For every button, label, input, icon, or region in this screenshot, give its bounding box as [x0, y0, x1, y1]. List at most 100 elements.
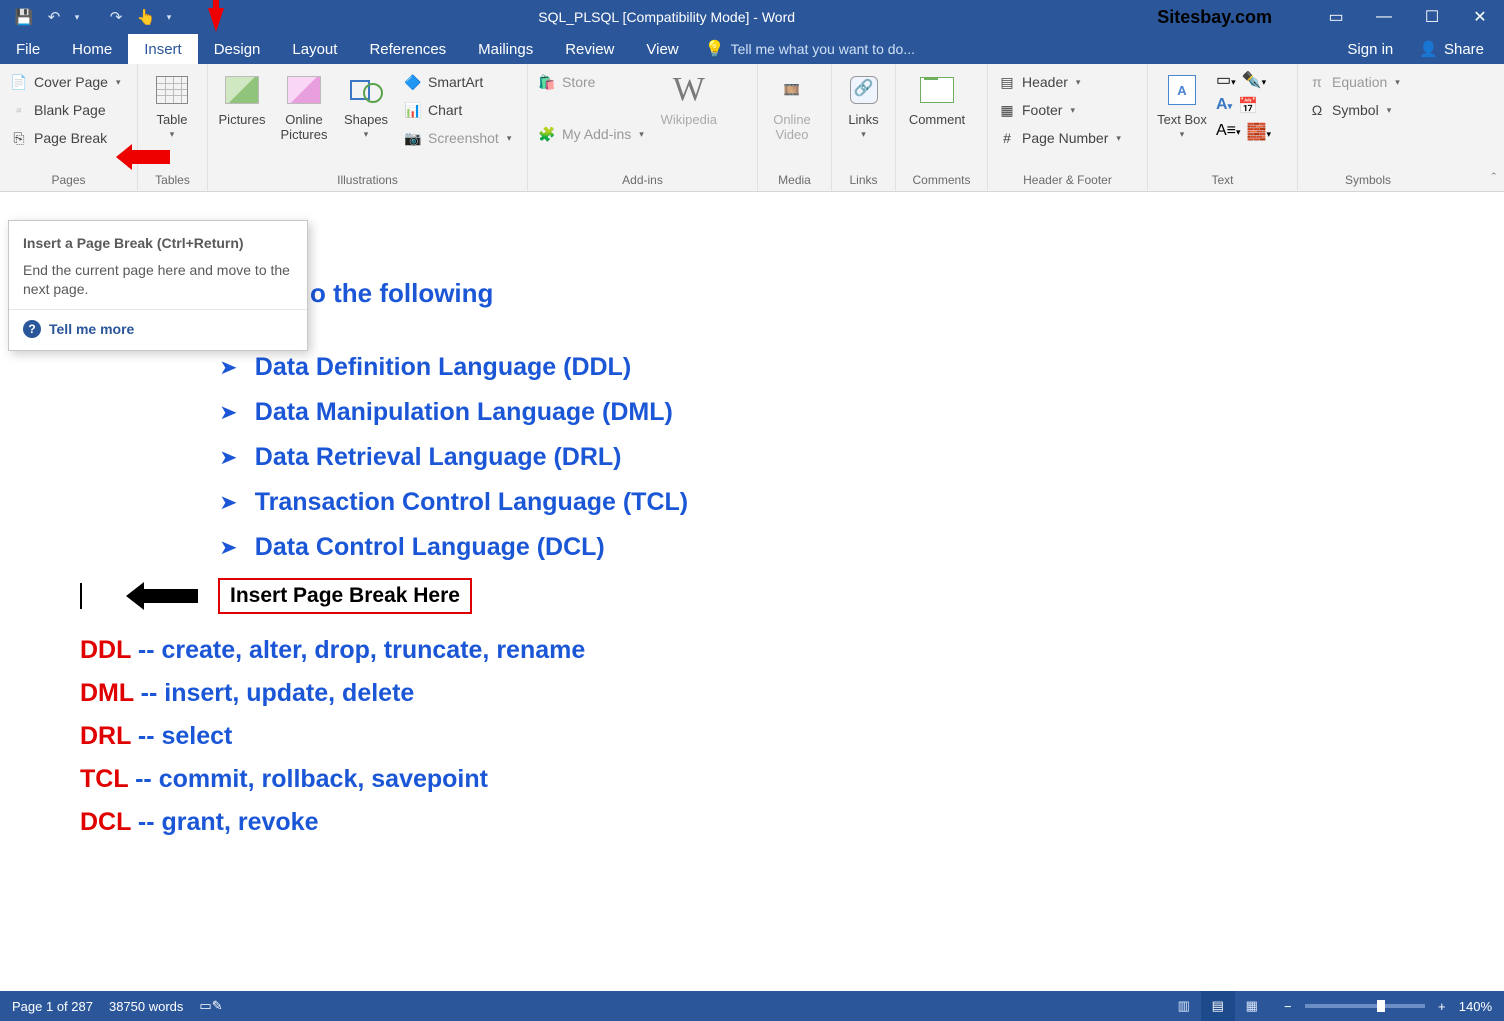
group-label-header-footer: Header & Footer: [994, 169, 1141, 191]
tab-mailings[interactable]: Mailings: [462, 34, 549, 64]
zoom-thumb[interactable]: [1377, 1000, 1385, 1012]
close-icon[interactable]: ✕: [1456, 0, 1504, 34]
addins-icon: 🧩: [538, 125, 556, 143]
table-button[interactable]: Table ▾: [144, 68, 200, 140]
pictures-button[interactable]: Pictures: [214, 68, 270, 127]
status-words[interactable]: 38750 words: [109, 999, 183, 1014]
chevron-down-icon: ▾: [116, 77, 121, 88]
share-label: Share: [1444, 41, 1484, 58]
list-item: ➤ Data Manipulation Language (DML): [220, 398, 1464, 427]
drop-cap-icon[interactable]: A≡▾: [1216, 122, 1241, 142]
wikipedia-button[interactable]: W Wikipedia: [654, 68, 724, 127]
chevron-down-icon: ▾: [507, 133, 512, 144]
annotation-arrow-page-break: [130, 150, 170, 164]
quick-parts-icon[interactable]: ▭▾: [1216, 70, 1236, 90]
undo-icon[interactable]: ↶: [40, 3, 68, 31]
symbol-label: Symbol: [1332, 102, 1379, 118]
collapse-ribbon-icon[interactable]: ˆ: [1492, 170, 1496, 185]
group-label-symbols: Symbols: [1304, 169, 1432, 191]
share-button[interactable]: 👤 Share: [1409, 36, 1494, 62]
bullet-list: ➤ Data Definition Language (DDL) ➤ Data …: [40, 353, 1464, 562]
zoom-in-button[interactable]: +: [1435, 999, 1449, 1014]
brand-watermark: Sitesbay.com: [1157, 7, 1272, 28]
web-layout-icon[interactable]: ▦: [1235, 991, 1269, 1021]
zoom-control: − + 140%: [1269, 999, 1504, 1014]
text-box-icon: A: [1168, 75, 1196, 105]
zoom-level[interactable]: 140%: [1459, 999, 1492, 1014]
symbol-button[interactable]: Ω Symbol ▾: [1304, 98, 1404, 122]
store-label: Store: [562, 74, 595, 90]
text-box-button[interactable]: A Text Box ▾: [1154, 68, 1210, 140]
screenshot-button[interactable]: 📷 Screenshot ▾: [400, 126, 515, 150]
print-layout-icon[interactable]: ▤: [1201, 991, 1235, 1021]
tab-references[interactable]: References: [353, 34, 462, 64]
chevron-down-icon: ▾: [364, 129, 369, 140]
save-icon[interactable]: 💾: [10, 3, 38, 31]
zoom-slider[interactable]: [1305, 1004, 1425, 1008]
online-pictures-button[interactable]: Online Pictures: [276, 68, 332, 142]
object-icon[interactable]: 🧱▾: [1247, 122, 1271, 142]
equation-icon: π: [1308, 73, 1326, 91]
smartart-button[interactable]: 🔷 SmartArt: [400, 70, 515, 94]
tab-insert[interactable]: Insert: [128, 34, 198, 64]
qat-customize-icon[interactable]: ▾: [162, 3, 176, 31]
zoom-out-button[interactable]: −: [1281, 999, 1295, 1014]
tooltip-body: End the current page here and move to th…: [23, 261, 293, 299]
tab-file[interactable]: File: [0, 34, 56, 64]
chevron-down-icon: ▾: [170, 129, 175, 140]
date-time-icon[interactable]: 📅: [1238, 96, 1258, 116]
maximize-icon[interactable]: ☐: [1408, 0, 1456, 34]
list-item: ➤ Data Control Language (DCL): [220, 533, 1464, 562]
online-video-button[interactable]: 🎞️ Online Video: [764, 68, 820, 142]
signature-line-icon[interactable]: ✒️▾: [1242, 70, 1266, 90]
header-icon: ▤: [998, 73, 1016, 91]
tell-me-search[interactable]: 💡 Tell me what you want to do...: [695, 34, 1336, 64]
page-break-button[interactable]: ⎘ Page Break: [6, 126, 124, 150]
undo-dropdown-icon[interactable]: ▾: [70, 3, 84, 31]
wordart-icon[interactable]: A▾: [1216, 96, 1232, 116]
footer-button[interactable]: ▦ Footer ▾: [994, 98, 1125, 122]
touch-mode-icon[interactable]: 👆: [132, 3, 160, 31]
smartart-icon: 🔷: [404, 73, 422, 91]
header-button[interactable]: ▤ Header ▾: [994, 70, 1125, 94]
group-label-media: Media: [764, 169, 825, 191]
chevron-down-icon: ▾: [1387, 105, 1392, 116]
chevron-down-icon: ▾: [1180, 129, 1185, 140]
pictures-icon: [225, 76, 259, 104]
cover-page-button[interactable]: 📄 Cover Page ▾: [6, 70, 124, 94]
my-addins-button[interactable]: 🧩 My Add-ins ▾: [534, 122, 648, 146]
chevron-down-icon: ▾: [1076, 77, 1081, 88]
window-title: SQL_PLSQL [Compatibility Mode] - Word: [176, 9, 1157, 25]
lightbulb-icon: 💡: [705, 39, 725, 59]
bullet-text: Data Manipulation Language (DML): [255, 398, 673, 427]
screenshot-label: Screenshot: [428, 130, 499, 146]
tab-review[interactable]: Review: [549, 34, 630, 64]
store-button[interactable]: 🛍️ Store: [534, 70, 648, 94]
tab-home[interactable]: Home: [56, 34, 128, 64]
ribbon-display-icon[interactable]: ▭: [1312, 0, 1360, 34]
redo-icon[interactable]: ↷: [102, 3, 130, 31]
bullet-arrow-icon: ➤: [219, 355, 237, 380]
comment-button[interactable]: Comment: [902, 68, 972, 127]
links-icon: [850, 76, 878, 104]
comment-label: Comment: [909, 112, 965, 127]
spellcheck-icon[interactable]: ▭✎: [199, 998, 222, 1014]
tab-layout[interactable]: Layout: [276, 34, 353, 64]
links-button[interactable]: Links ▾: [838, 68, 889, 140]
minimize-icon[interactable]: —: [1360, 0, 1408, 34]
list-item: ➤ Data Definition Language (DDL): [220, 353, 1464, 382]
equation-button[interactable]: π Equation ▾: [1304, 70, 1404, 94]
tab-view[interactable]: View: [630, 34, 694, 64]
chart-button[interactable]: 📊 Chart: [400, 98, 515, 122]
status-page[interactable]: Page 1 of 287: [12, 999, 93, 1014]
tab-design[interactable]: Design: [198, 34, 277, 64]
page-number-button[interactable]: # Page Number ▾: [994, 126, 1125, 150]
chevron-down-icon: ▾: [861, 129, 866, 140]
sign-in-button[interactable]: Sign in: [1335, 41, 1405, 58]
bullet-arrow-icon: ➤: [219, 490, 237, 515]
shapes-button[interactable]: Shapes ▾: [338, 68, 394, 140]
read-mode-icon[interactable]: ▥: [1167, 991, 1201, 1021]
annotation-insert-here: Insert Page Break Here: [80, 578, 1464, 614]
tooltip-tell-me-more[interactable]: ? Tell me more: [23, 320, 293, 338]
blank-page-button[interactable]: ▫️ Blank Page: [6, 98, 124, 122]
